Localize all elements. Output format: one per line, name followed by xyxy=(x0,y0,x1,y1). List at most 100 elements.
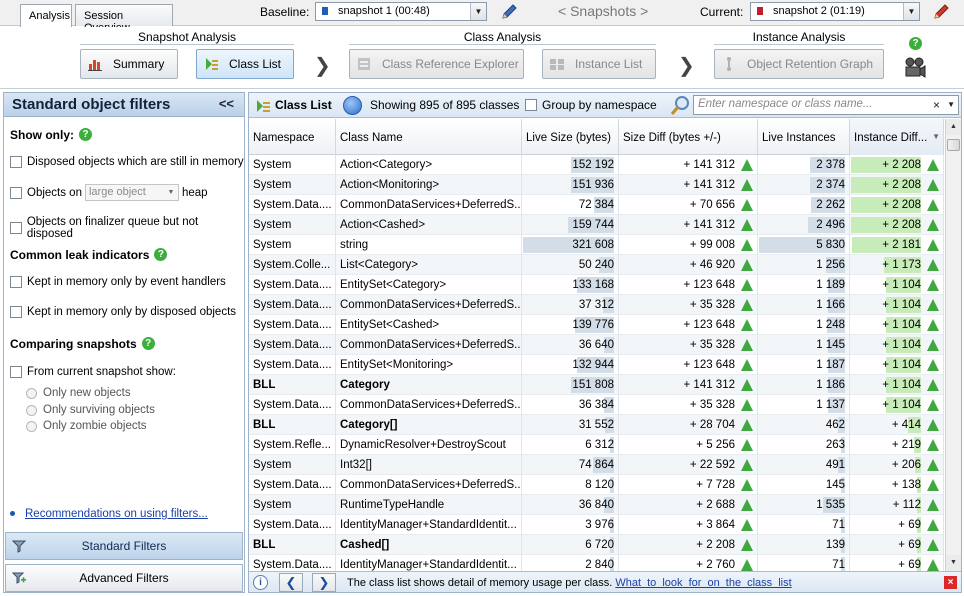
table-row[interactable]: System Action<Cashed> 159 744 + 141 312 2 49… xyxy=(249,215,944,235)
chevron-down-icon[interactable]: ▼ xyxy=(470,3,486,20)
scroll-down-icon[interactable]: ▼ xyxy=(946,555,961,571)
chevron-down-icon[interactable]: ▼ xyxy=(164,185,178,200)
increase-arrow-icon xyxy=(927,439,939,451)
table-row[interactable]: System.Data.... IdentityManager+StandardI… xyxy=(249,555,944,571)
increase-arrow-icon xyxy=(927,519,939,531)
help-icon[interactable]: ? xyxy=(154,248,168,261)
table-row[interactable]: System.Data.... CommonDataServices+Deferr… xyxy=(249,195,944,215)
radio-zombie-row[interactable]: Only zombie objects xyxy=(26,420,147,432)
table-row[interactable]: System.Data.... IdentityManager+StandardI… xyxy=(249,515,944,535)
back-button[interactable]: ❮ xyxy=(279,573,303,592)
table-row[interactable]: System.Data.... CommonDataServices+Deferr… xyxy=(249,475,944,495)
current-select[interactable]: snapshot 2 (01:19) ▼ xyxy=(750,2,920,21)
class-name-cell: EntitySet<Cashed> xyxy=(336,315,522,335)
chevron-down-icon[interactable]: ▼ xyxy=(947,100,955,109)
new-objects-radio[interactable] xyxy=(26,387,37,399)
live-size-cell: 37 312 xyxy=(522,295,619,315)
finalizer-checkbox[interactable] xyxy=(10,222,22,234)
column-instance-diff[interactable]: Instance Diff... ▼ xyxy=(850,119,944,155)
filter-from-current-row[interactable]: From current snapshot show: xyxy=(10,366,176,378)
filter-disposed-objects-row[interactable]: Kept in memory only by disposed objects xyxy=(10,306,236,318)
instance-diff-cell: + 2 181 xyxy=(850,235,944,255)
object-retention-graph-button[interactable]: Object Retention Graph xyxy=(714,49,884,79)
increase-arrow-icon xyxy=(741,459,753,471)
vertical-scrollbar[interactable]: ▲ ▼ xyxy=(945,119,961,571)
table-row[interactable]: System.Data.... CommonDataServices+Deferr… xyxy=(249,335,944,355)
scroll-thumb[interactable] xyxy=(947,139,960,151)
event-handlers-checkbox[interactable] xyxy=(10,276,22,288)
table-row[interactable]: System Int32[] 74 864 + 22 592 491 + 206 xyxy=(249,455,944,475)
standard-filters-button[interactable]: Standard Filters xyxy=(5,532,243,560)
heap-checkbox[interactable] xyxy=(10,186,22,199)
disposed-objects-checkbox[interactable] xyxy=(10,306,22,318)
class-reference-explorer-button[interactable]: Class Reference Explorer xyxy=(349,49,524,79)
edit-current-pencil-icon[interactable] xyxy=(931,2,951,22)
table-row[interactable]: System RuntimeTypeHandle 36 840 + 2 688 1 53… xyxy=(249,495,944,515)
table-row[interactable]: System Action<Category> 152 192 + 141 312 2 … xyxy=(249,155,944,175)
instance-diff-cell: + 2 208 xyxy=(850,175,944,195)
search-icon[interactable] xyxy=(669,95,691,117)
instance-diff-cell-value: + 1 104 xyxy=(882,339,921,351)
clear-search-icon[interactable]: × xyxy=(933,98,940,112)
heap-type-select[interactable]: large object ▼ xyxy=(84,184,179,201)
table-row[interactable]: System.Data.... CommonDataServices+Deferr… xyxy=(249,395,944,415)
help-icon[interactable]: ? xyxy=(79,128,92,141)
namespace-cell-value: System.Data.... xyxy=(253,399,332,411)
snapshots-nav-label[interactable]: < Snapshots > xyxy=(558,3,648,19)
instance-list-button[interactable]: Instance List xyxy=(542,49,656,79)
table-row[interactable]: System.Data.... EntitySet<Monitoring> 132 … xyxy=(249,355,944,375)
finalizer-label: Objects on finalizer queue but not dispo… xyxy=(26,216,199,240)
chevron-down-icon[interactable]: ▼ xyxy=(903,3,919,20)
filter-heap-row[interactable]: Objects on large object ▼ heap xyxy=(10,184,208,201)
advanced-filters-button[interactable]: Advanced Filters xyxy=(5,564,243,592)
collapse-panel-button[interactable]: << xyxy=(219,96,234,111)
table-row[interactable]: BLL Cashed[] 6 720 + 2 208 139 + 69 xyxy=(249,535,944,555)
summary-button[interactable]: Summary xyxy=(80,49,178,79)
live-size-cell-value: 2 840 xyxy=(585,559,614,571)
recommendations-link[interactable]: Recommendations on using filters... xyxy=(10,508,208,520)
size-diff-cell: + 141 312 xyxy=(619,175,758,195)
table-row[interactable]: System.Data.... CommonDataServices+Deferr… xyxy=(249,295,944,315)
close-icon[interactable]: × xyxy=(944,576,957,589)
help-icon[interactable]: ? xyxy=(909,37,922,50)
help-icon[interactable]: ? xyxy=(141,337,155,350)
instance-diff-cell: + 138 xyxy=(850,475,944,495)
baseline-select[interactable]: snapshot 1 (00:48) ▼ xyxy=(315,2,487,21)
radio-new-row[interactable]: Only new objects xyxy=(26,387,131,399)
live-instances-cell: 71 xyxy=(758,515,850,535)
column-class-name[interactable]: Class Name xyxy=(336,119,522,155)
tab-session-overview[interactable]: Session Overview xyxy=(75,4,173,34)
disposed-checkbox[interactable] xyxy=(10,156,22,168)
tab-analysis[interactable]: Analysis xyxy=(20,4,72,27)
zombie-objects-radio[interactable] xyxy=(26,420,37,432)
table-row[interactable]: BLL Category[] 31 552 + 28 704 462 + 414 xyxy=(249,415,944,435)
scroll-up-icon[interactable]: ▲ xyxy=(946,119,961,135)
forward-button[interactable]: ❯ xyxy=(312,573,336,592)
filter-finalizer-row[interactable]: Objects on finalizer queue but not dispo… xyxy=(10,216,244,240)
table-row[interactable]: System.Colle... List<Category> 50 240 + 46 … xyxy=(249,255,944,275)
surviving-objects-radio[interactable] xyxy=(26,404,37,416)
radio-surviving-row[interactable]: Only surviving objects xyxy=(26,404,155,416)
from-current-checkbox[interactable] xyxy=(10,366,22,378)
column-namespace[interactable]: Namespace xyxy=(249,119,336,155)
table-row[interactable]: System Action<Monitoring> 151 936 + 141 312… xyxy=(249,175,944,195)
column-live-instances[interactable]: Live Instances xyxy=(758,119,850,155)
table-row[interactable]: BLL Category 151 808 + 141 312 1 186 + 1 104 xyxy=(249,375,944,395)
column-size-diff[interactable]: Size Diff (bytes +/-) xyxy=(619,119,758,155)
video-camera-icon[interactable] xyxy=(903,57,927,79)
class-search-input[interactable]: Enter namespace or class name... × ▼ xyxy=(693,95,959,115)
column-live-size[interactable]: Live Size (bytes) xyxy=(522,119,619,155)
table-row[interactable]: System.Refle... DynamicResolver+DestroySc… xyxy=(249,435,944,455)
what-to-look-for-link[interactable]: What to look for on the class list xyxy=(615,577,791,589)
table-row[interactable]: System string 321 608 + 99 008 5 830 + 2 181 xyxy=(249,235,944,255)
class-name-cell-value: CommonDataServices+DeferredS... xyxy=(340,299,522,311)
filter-disposed-row[interactable]: Disposed objects which are still in memo… xyxy=(10,156,244,168)
filter-event-handlers-row[interactable]: Kept in memory only by event handlers xyxy=(10,276,226,288)
group-by-namespace-checkbox[interactable] xyxy=(525,99,537,111)
class-list-button[interactable]: Class List xyxy=(196,49,294,79)
table-row[interactable]: System.Data.... EntitySet<Category> 133 16… xyxy=(249,275,944,295)
table-row[interactable]: System.Data.... EntitySet<Cashed> 139 776 +… xyxy=(249,315,944,335)
instance-diff-cell-value: + 1 104 xyxy=(882,379,921,391)
edit-baseline-pencil-icon[interactable] xyxy=(499,2,519,22)
filter-status-icon xyxy=(343,96,362,115)
